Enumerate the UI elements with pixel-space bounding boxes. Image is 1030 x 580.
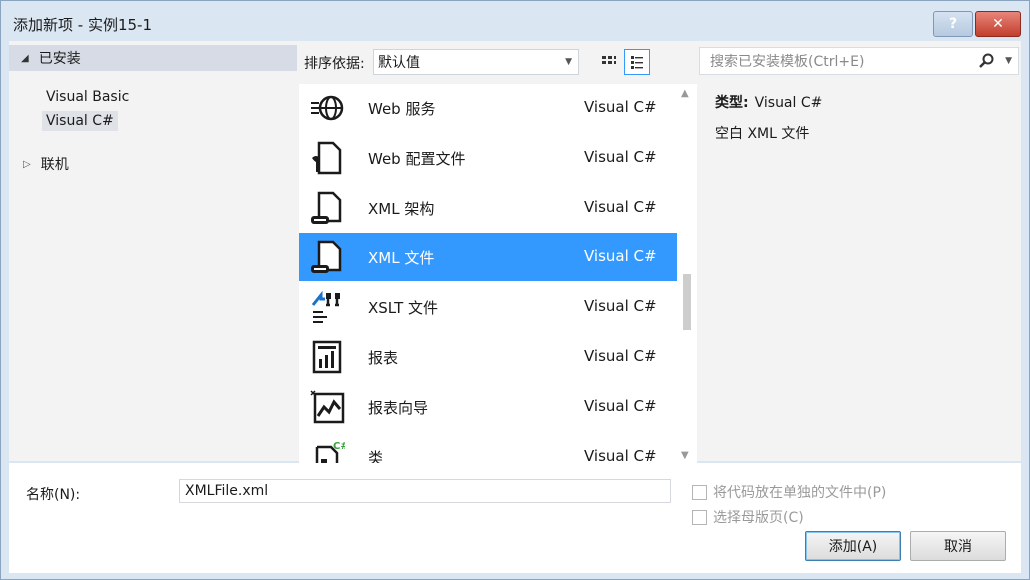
xml-file-icon (311, 240, 342, 273)
template-list: Web 服务 Visual C# Web 配置文件 Visual C# XML … (299, 84, 697, 464)
help-button[interactable]: ? (933, 11, 973, 37)
template-name: 报表向导 (368, 399, 429, 417)
list-view-button[interactable] (624, 49, 650, 75)
tree-item-visual-csharp[interactable]: Visual C# (42, 111, 118, 131)
template-row-class[interactable]: C# 类 Visual C# (299, 433, 677, 464)
template-row-xml-schema[interactable]: XML 架构 Visual C# (299, 184, 677, 232)
details-type-label: 类型: (715, 95, 749, 111)
tree-node-installed[interactable]: ◢ 已安装 (9, 45, 297, 71)
report-icon (312, 340, 342, 374)
template-type: Visual C# (584, 297, 657, 315)
search-options-chevron-icon[interactable]: ▼ (1005, 56, 1012, 66)
template-details: 类型: Visual C# 空白 XML 文件 (699, 84, 1019, 461)
name-label: 名称(N): (26, 487, 81, 503)
web-config-icon (312, 141, 342, 175)
search-icon[interactable] (978, 53, 994, 69)
report-wizard-icon (310, 390, 345, 424)
tree-node-installed-label: 已安装 (38, 51, 81, 67)
tree-node-online-label: 联机 (40, 157, 69, 173)
template-row-xslt-file[interactable]: XSLT 文件 Visual C# (299, 283, 677, 331)
template-type: Visual C# (584, 447, 657, 464)
close-icon: ✕ (992, 16, 1004, 32)
chevron-down-icon: ▼ (565, 57, 572, 67)
xml-schema-icon (311, 191, 342, 224)
template-name: XML 架构 (368, 200, 435, 218)
template-tree: ◢ 已安装 Visual Basic Visual C# ▷ 联机 (9, 41, 297, 461)
checkbox-box[interactable] (692, 509, 707, 525)
close-button[interactable]: ✕ (975, 11, 1021, 37)
svg-text:C#: C# (333, 441, 345, 452)
title-bar[interactable]: 添加新项 - 实例15-1 ? ✕ (1, 1, 1029, 45)
separate-file-checkbox[interactable]: 将代码放在单独的文件中(P) (692, 482, 886, 502)
template-name: 类 (368, 449, 384, 464)
template-row-web-service[interactable]: Web 服务 Visual C# (299, 84, 677, 132)
scroll-up-icon[interactable]: ▲ (681, 88, 689, 99)
details-description: 空白 XML 文件 (715, 126, 810, 142)
template-name: Web 服务 (368, 100, 436, 118)
template-name: XSLT 文件 (368, 299, 439, 317)
template-type: Visual C# (584, 98, 657, 116)
dialog-footer: 名称(N): 将代码放在单独的文件中(P) 选择母版页(C) 添加(A) 取消 (9, 463, 1021, 573)
window-title: 添加新项 - 实例15-1 (13, 16, 152, 34)
list-view-icon (631, 56, 643, 69)
details-type: 类型: Visual C# (715, 92, 822, 112)
sort-toolbar: 排序依据: 默认值 ▼ (299, 47, 659, 77)
master-page-label: 选择母版页(C) (713, 510, 804, 526)
template-row-report[interactable]: 报表 Visual C# (299, 333, 677, 381)
template-type: Visual C# (584, 198, 657, 216)
xslt-file-icon (311, 290, 340, 323)
separate-file-label: 将代码放在单独的文件中(P) (713, 485, 887, 501)
template-row-report-wizard[interactable]: 报表向导 Visual C# (299, 383, 677, 431)
template-type: Visual C# (584, 247, 657, 265)
sort-label: 排序依据: (304, 56, 365, 72)
template-name: Web 配置文件 (368, 150, 466, 168)
details-type-value: Visual C# (754, 95, 823, 111)
dialog-content: ◢ 已安装 Visual Basic Visual C# ▷ 联机 排序依据: … (9, 41, 1021, 464)
grid-view-button[interactable] (596, 49, 622, 75)
template-row-xml-file[interactable]: XML 文件 Visual C# (299, 233, 677, 281)
template-type: Visual C# (584, 347, 657, 365)
sort-select[interactable]: 默认值 ▼ (373, 49, 579, 75)
search-box: ▼ (699, 47, 1019, 75)
scrollbar-thumb[interactable] (683, 274, 691, 330)
template-type: Visual C# (584, 397, 657, 415)
sort-select-value: 默认值 (378, 55, 420, 71)
add-button[interactable]: 添加(A) (805, 531, 901, 561)
grid-view-icon (602, 56, 616, 64)
name-input[interactable] (179, 479, 671, 503)
template-type: Visual C# (584, 148, 657, 166)
checkbox-box[interactable] (692, 484, 707, 500)
search-input[interactable] (708, 52, 972, 72)
template-row-web-config[interactable]: Web 配置文件 Visual C# (299, 134, 677, 182)
web-service-icon (311, 95, 344, 121)
tree-node-online[interactable]: ▷ 联机 (23, 154, 69, 174)
template-list-scrollbar[interactable]: ▲ ▼ (677, 84, 697, 464)
cancel-button[interactable]: 取消 (910, 531, 1006, 561)
collapsed-triangle-icon: ▷ (23, 158, 31, 170)
expanded-triangle-icon: ◢ (21, 52, 29, 64)
tree-item-visual-basic[interactable]: Visual Basic (42, 87, 133, 107)
master-page-checkbox[interactable]: 选择母版页(C) (692, 507, 804, 527)
class-icon: C# (315, 441, 345, 464)
scroll-down-icon[interactable]: ▼ (681, 450, 689, 461)
add-new-item-dialog: 添加新项 - 实例15-1 ? ✕ ◢ 已安装 Visual Basic Vis… (0, 0, 1030, 580)
template-name: 报表 (368, 349, 399, 367)
template-name: XML 文件 (368, 249, 435, 267)
